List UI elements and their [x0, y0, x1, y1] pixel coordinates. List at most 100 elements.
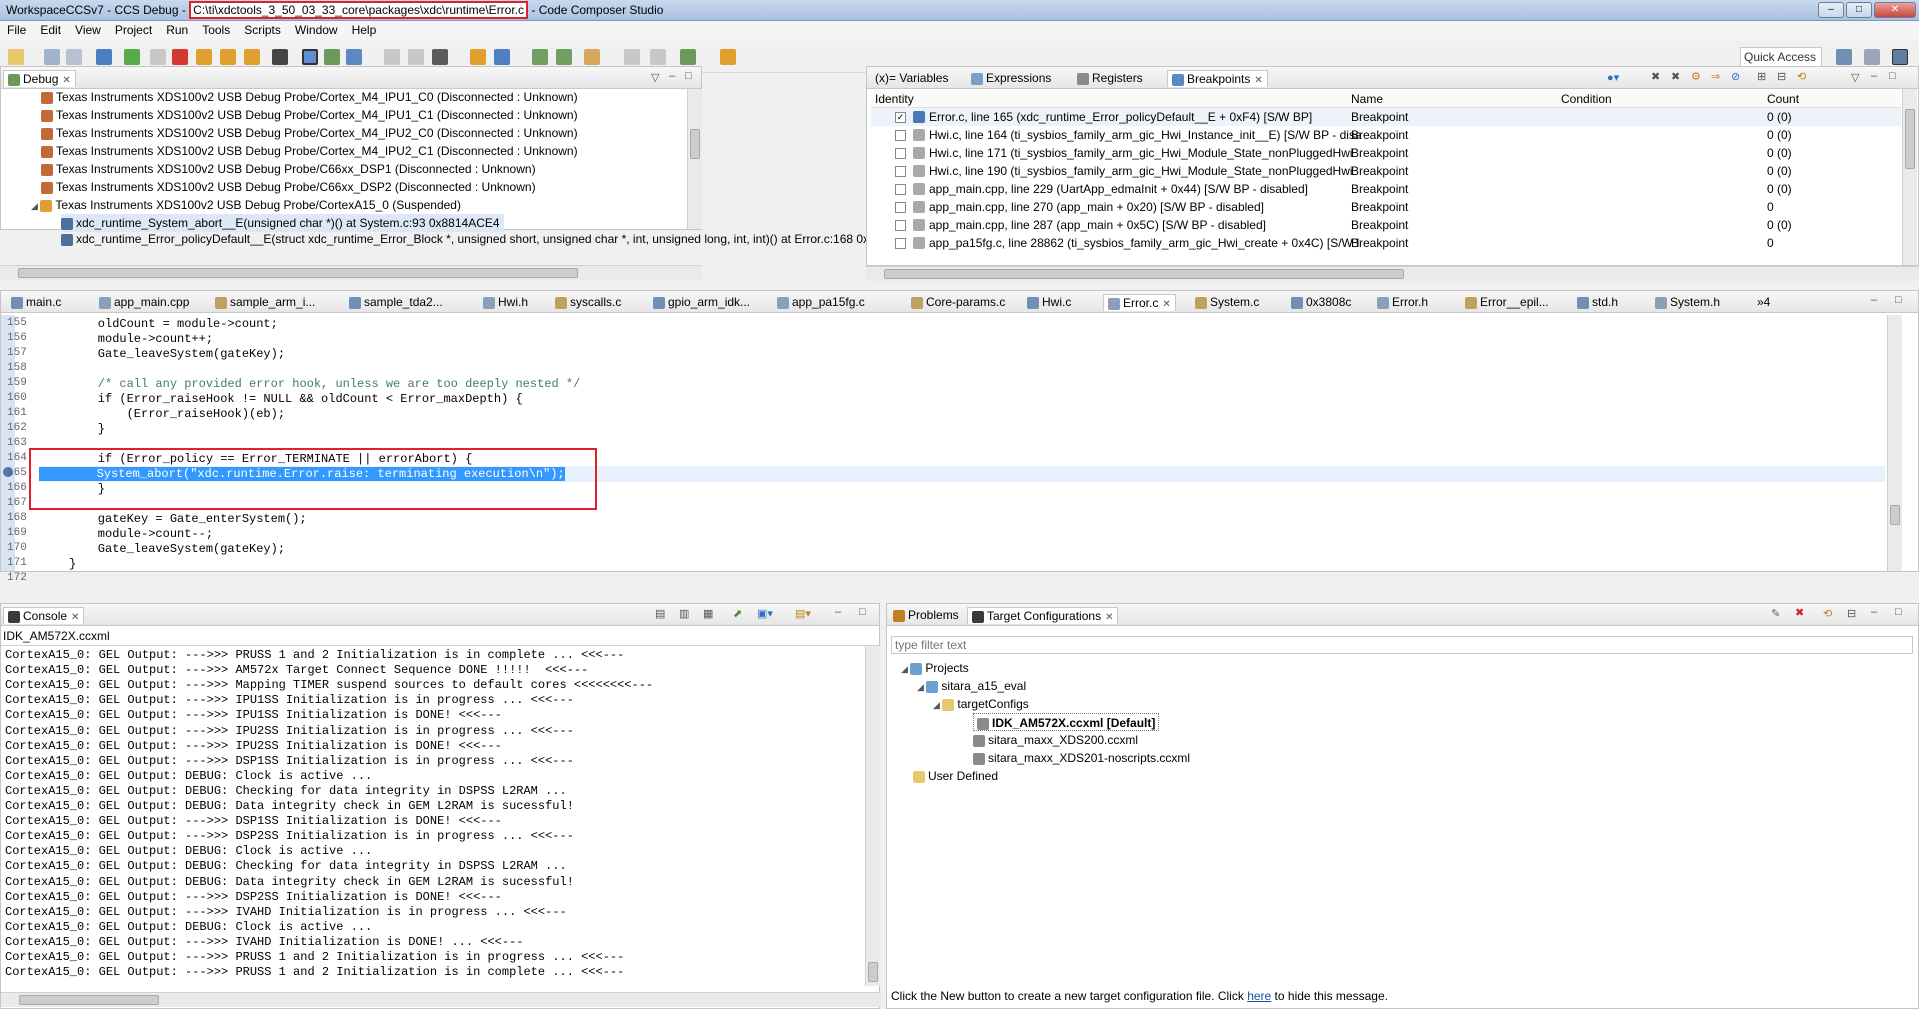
editor-tab[interactable]: main.c: [7, 294, 65, 311]
editor-tab[interactable]: std.h: [1573, 294, 1622, 311]
editor-vertical-scrollbar[interactable]: [1887, 315, 1902, 571]
perspective-icon[interactable]: [1836, 49, 1852, 65]
link-icon[interactable]: ⟲: [1797, 70, 1806, 83]
delete-target-icon[interactable]: ✖: [1795, 606, 1804, 619]
debug-icon[interactable]: [96, 49, 112, 65]
bp-checkbox[interactable]: ✓: [895, 108, 912, 126]
bp-checkbox[interactable]: [895, 144, 912, 162]
scroll-lock-icon[interactable]: ▥: [679, 607, 689, 620]
tree-user-defined[interactable]: User Defined: [913, 767, 998, 785]
bp-row[interactable]: Hwi.c, line 190 (ti_sysbios_family_arm_g…: [871, 162, 1901, 180]
code-line[interactable]: Gate_leaveSystem(gateKey);: [69, 347, 285, 361]
code-line[interactable]: module->count--;: [69, 527, 213, 541]
clear-console-icon[interactable]: ▤: [655, 607, 665, 620]
tab-expressions[interactable]: Expressions: [967, 70, 1055, 87]
close-icon[interactable]: ✕: [71, 612, 79, 623]
tree-projects[interactable]: ◢ Projects: [901, 659, 969, 677]
hide-message-link[interactable]: here: [1247, 989, 1271, 1003]
remove-all-breakpoints-icon[interactable]: ✖: [1671, 70, 1680, 83]
word-wrap-icon[interactable]: ▦: [703, 607, 713, 620]
editor-tab[interactable]: Error.c ✕: [1103, 294, 1176, 311]
menu-project[interactable]: Project: [108, 21, 159, 39]
tools-icon[interactable]: [584, 49, 600, 65]
tab-target-configurations[interactable]: Target Configurations ✕: [967, 607, 1119, 624]
editor-tab[interactable]: Hwi.h: [479, 294, 532, 311]
editor-tab[interactable]: sample_tda2...: [345, 294, 447, 311]
editor-tab[interactable]: System.h: [1651, 294, 1724, 311]
col-name[interactable]: Name: [1351, 90, 1383, 108]
maximize-view-icon[interactable]: □: [1889, 70, 1896, 82]
settings-icon[interactable]: [680, 49, 696, 65]
code-line[interactable]: /* call any provided error hook, unless …: [69, 377, 581, 391]
bp-row[interactable]: app_main.cpp, line 287 (app_main + 0x5C)…: [871, 216, 1901, 234]
view-menu-icon[interactable]: ▽: [1851, 71, 1859, 84]
debug-vertical-scrollbar[interactable]: [687, 89, 702, 229]
menu-help[interactable]: Help: [345, 21, 384, 39]
collapse-all-icon[interactable]: ⊟: [1777, 70, 1786, 83]
code-line[interactable]: (Error_raiseHook)(eb);: [69, 407, 285, 421]
col-count[interactable]: Count: [1767, 90, 1799, 108]
bp-row[interactable]: ✓ Error.c, line 165 (xdc_runtime_Error_po…: [871, 108, 1901, 126]
debug-session-ipu2c1[interactable]: Texas Instruments XDS100v2 USB Debug Pro…: [41, 142, 578, 160]
bp-vertical-scrollbar[interactable]: [1902, 89, 1917, 265]
bp-checkbox[interactable]: [895, 234, 912, 252]
minimize-view-icon[interactable]: –: [1871, 70, 1877, 82]
tab-breakpoints[interactable]: Breakpoints ✕: [1167, 70, 1268, 87]
console-vertical-scrollbar[interactable]: [865, 646, 880, 986]
maximize-button[interactable]: □: [1846, 2, 1872, 18]
expand-arrow-icon[interactable]: ◢: [933, 700, 942, 710]
open-console-icon[interactable]: ▤▾: [795, 607, 811, 620]
menu-tools[interactable]: Tools: [195, 21, 237, 39]
editor-tab[interactable]: 0x3808c: [1287, 294, 1355, 311]
debug-session-ipu1c0[interactable]: Texas Instruments XDS100v2 USB Debug Pro…: [41, 88, 578, 106]
minimize-view-icon[interactable]: –: [1871, 606, 1877, 618]
show-supported-icon[interactable]: ⚙: [1691, 70, 1701, 83]
bp-row[interactable]: Hwi.c, line 164 (ti_sysbios_family_arm_g…: [871, 126, 1901, 144]
filter-input[interactable]: [891, 636, 1913, 654]
bp-checkbox[interactable]: [895, 126, 912, 144]
step-into-icon[interactable]: [196, 49, 212, 65]
load-icon[interactable]: [470, 49, 486, 65]
menu-edit[interactable]: Edit: [33, 21, 68, 39]
tab-variables[interactable]: (x)= Variables: [871, 70, 952, 87]
close-button[interactable]: ✕: [1874, 2, 1916, 18]
maximize-view-icon[interactable]: □: [685, 70, 692, 82]
target-icon[interactable]: [494, 49, 510, 65]
registers-icon[interactable]: [272, 49, 288, 65]
editor-tab[interactable]: sample_arm_i...: [211, 294, 319, 311]
skip-all-icon[interactable]: ⊘: [1731, 70, 1740, 83]
menu-file[interactable]: File: [0, 21, 33, 39]
code-line[interactable]: module->count++;: [69, 332, 213, 346]
code-line[interactable]: }: [69, 557, 76, 571]
quick-access-input[interactable]: Quick Access: [1740, 47, 1822, 67]
editor-tab[interactable]: gpio_arm_idk...: [649, 294, 754, 311]
close-icon[interactable]: ✕: [62, 75, 70, 86]
editor-tab[interactable]: System.c: [1191, 294, 1263, 311]
pin-console-icon[interactable]: ⬈: [733, 607, 742, 620]
close-icon[interactable]: ✕: [1162, 299, 1170, 310]
refresh-icon[interactable]: ⟲: [1823, 607, 1832, 620]
new-target-icon[interactable]: ✎: [1771, 607, 1780, 620]
close-icon[interactable]: ✕: [1105, 612, 1113, 623]
code-line[interactable]: }: [69, 422, 105, 436]
tab-problems[interactable]: Problems: [889, 607, 963, 624]
bp-row[interactable]: app_main.cpp, line 270 (app_main + 0x20)…: [871, 198, 1901, 216]
build-icon[interactable]: [432, 49, 448, 65]
new-icon[interactable]: [8, 49, 24, 65]
bp-row[interactable]: Hwi.c, line 171 (ti_sysbios_family_arm_g…: [871, 144, 1901, 162]
minimize-button[interactable]: –: [1818, 2, 1844, 18]
code-line[interactable]: gateKey = Gate_enterSystem();: [69, 512, 307, 526]
step-return-icon[interactable]: [244, 49, 260, 65]
tab-registers[interactable]: Registers: [1073, 70, 1147, 87]
connect-icon[interactable]: [124, 49, 140, 65]
debug-session-dsp2[interactable]: Texas Instruments XDS100v2 USB Debug Pro…: [41, 178, 536, 196]
expand-all-icon[interactable]: ⊞: [1757, 70, 1766, 83]
skip-icon[interactable]: [408, 49, 424, 65]
breakpoint-icon[interactable]: [346, 49, 362, 65]
expand-arrow-icon[interactable]: ◢: [31, 201, 40, 211]
bp-checkbox[interactable]: [895, 162, 912, 180]
expand-arrow-icon[interactable]: ◢: [901, 664, 910, 674]
remove-breakpoint-icon[interactable]: ✖: [1651, 70, 1660, 83]
bp-row[interactable]: app_main.cpp, line 229 (UartApp_edmaInit…: [871, 180, 1901, 198]
menu-run[interactable]: Run: [159, 21, 195, 39]
